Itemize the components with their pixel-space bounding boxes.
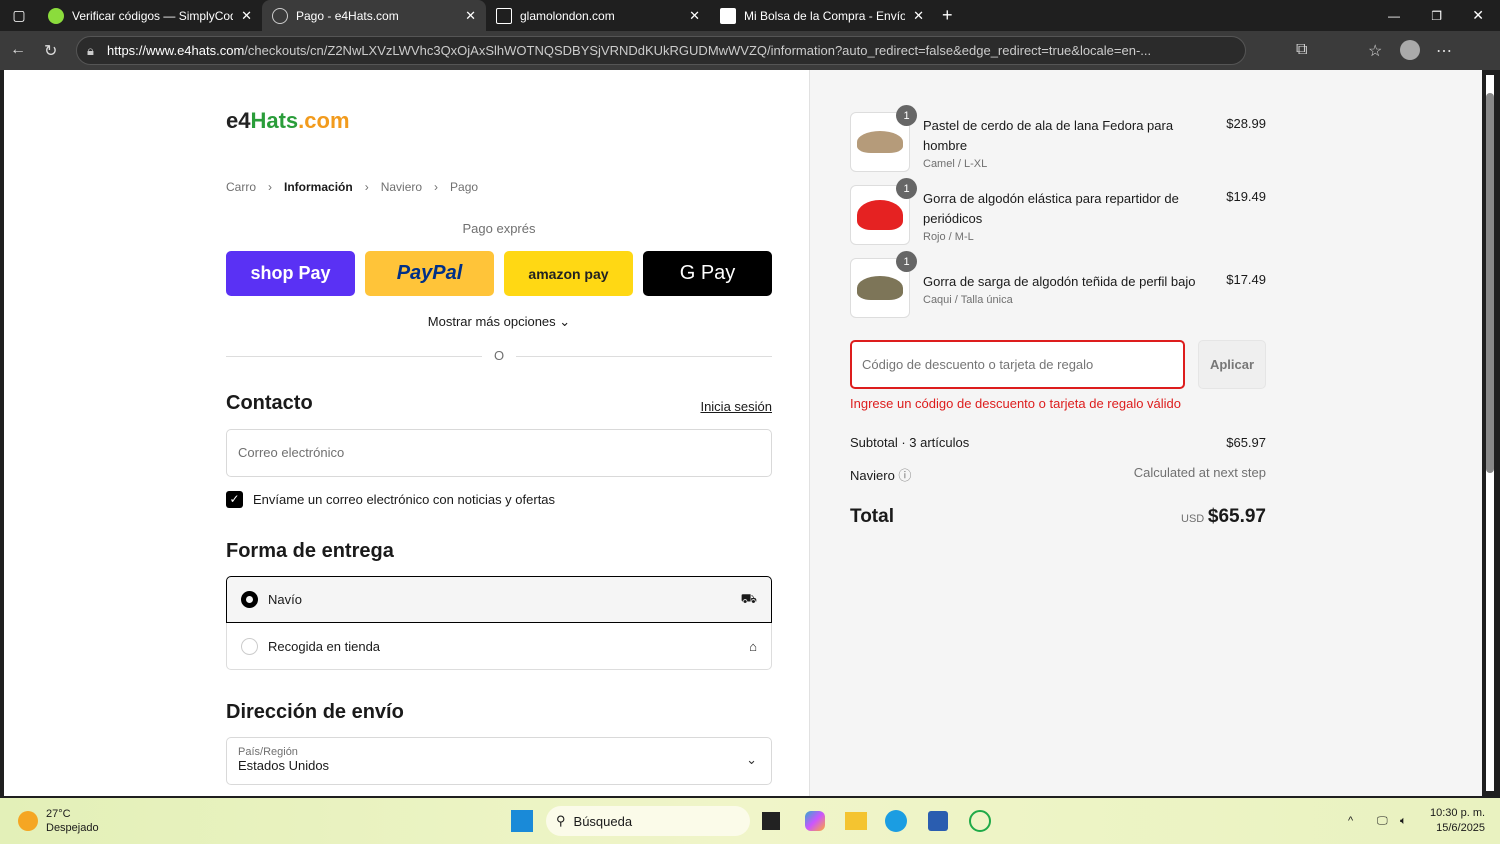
extensions-icon[interactable]: ⧉ — [1296, 41, 1307, 59]
breadcrumb-informacion: Información — [284, 180, 353, 194]
close-icon[interactable]: ✕ — [241, 8, 252, 24]
weather-icon — [18, 811, 38, 831]
subtotal-row: Subtotal · 3 artículos $65.97 — [850, 435, 1266, 450]
tab-simplycodes[interactable]: Verificar códigos — SimplyCodes ✕ — [38, 0, 262, 31]
task-view-icon[interactable] — [762, 812, 780, 830]
radio-unselected — [241, 637, 258, 655]
amazon-pay-button[interactable]: amazon pay — [504, 251, 633, 296]
shipping-row: Naviero ⓘ Calculated at next step — [850, 465, 1266, 483]
globe-icon — [272, 7, 288, 24]
tab-bar: ▢ Verificar códigos — SimplyCodes ✕ Pago … — [0, 0, 1500, 31]
apply-button[interactable]: Aplicar — [1198, 340, 1266, 389]
checkout-page: e4Hats.com Carro › Información › Naviero › … — [4, 70, 1482, 796]
truck-icon: ⛟ — [740, 590, 757, 606]
shipping-heading: Dirección de envío — [226, 701, 404, 723]
tab-e4hats[interactable]: Pago - e4Hats.com ✕ — [262, 0, 486, 31]
address-bar-row: ← ↻ 🔒︎ https://www.e4hats.com/checkouts/c… — [0, 31, 1500, 70]
taskbar-search[interactable]: ⚲ Búsqueda — [546, 806, 750, 836]
favorites-icon[interactable]: ☆ — [1368, 41, 1382, 61]
product-image: 1 — [850, 178, 917, 245]
close-icon[interactable]: ✕ — [913, 8, 924, 24]
weather-widget[interactable]: 27°C Despejado — [46, 807, 99, 835]
edge-icon[interactable] — [885, 810, 907, 832]
store-icon: ⌂ — [749, 638, 757, 654]
checkout-form: e4Hats.com Carro › Información › Naviero › … — [4, 70, 809, 796]
login-link[interactable]: Inicia sesión — [700, 399, 772, 414]
order-summary: 1 Pastel de cerdo de ala de lana Fedora … — [809, 70, 1482, 796]
close-icon[interactable]: ✕ — [465, 8, 476, 24]
product-image: 1 — [850, 105, 917, 172]
windows-start-icon[interactable] — [511, 810, 533, 832]
search-icon: ⚲ — [556, 813, 566, 828]
chevron-up-icon[interactable]: ^ — [1348, 815, 1353, 827]
breadcrumb-naviero: Naviero — [380, 180, 423, 194]
product-image: 1 — [850, 251, 917, 318]
help-icon[interactable]: ⓘ — [898, 468, 911, 483]
close-icon[interactable]: ✕ — [689, 8, 700, 24]
total-row: Total USD $65.97 — [850, 506, 1266, 527]
delivery-option-ship[interactable]: Navío ⛟ — [226, 576, 772, 623]
page-icon — [496, 7, 512, 24]
lock-icon: 🔒︎ — [87, 43, 94, 58]
breadcrumb-pago: Pago — [450, 180, 479, 194]
new-tab-button[interactable]: + — [942, 5, 953, 26]
shop-pay-button[interactable]: shop Pay — [226, 251, 355, 296]
discount-code-input[interactable] — [850, 340, 1185, 389]
tab-actions-icon[interactable]: ▢ — [0, 7, 38, 24]
clock[interactable]: 10:30 p. m. 15/6/2025 — [1430, 806, 1485, 836]
checkbox-checked-icon: ✓ — [226, 491, 243, 508]
express-checkout-label: Pago exprés — [462, 221, 536, 236]
scrollbar[interactable] — [1486, 75, 1494, 791]
country-select[interactable]: País/Región Estados Unidos ⌄ — [226, 737, 772, 785]
google-pay-button[interactable]: G Pay — [643, 251, 772, 296]
volume-icon[interactable]: 🔈︎ — [1400, 815, 1407, 828]
contact-heading: Contacto — [226, 392, 313, 414]
paypal-button[interactable]: PayPal — [365, 251, 494, 296]
chevron-down-icon: ⌄ — [559, 314, 571, 329]
url-field[interactable]: 🔒︎ https://www.e4hats.com/checkouts/cn/Z2… — [76, 36, 1246, 65]
discount-error: Ingrese un código de descuento o tarjeta… — [850, 396, 1182, 411]
breadcrumb: Carro › Información › Naviero › Pago — [226, 180, 479, 194]
e4hats-logo[interactable]: e4Hats.com — [226, 108, 350, 134]
or-divider: O — [226, 348, 772, 363]
radio-selected — [241, 591, 258, 608]
store-app-icon[interactable] — [928, 811, 948, 831]
breadcrumb-carro[interactable]: Carro — [226, 180, 256, 194]
tab-mi-bolsa[interactable]: Mi Bolsa de la Compra - Envío Gr✕ — [710, 0, 934, 31]
more-icon[interactable]: ⋯ — [1436, 41, 1452, 61]
newsletter-checkbox[interactable]: ✓ Envíame un correo electrónico con noti… — [226, 491, 555, 508]
close-window-button[interactable]: ✕ — [1472, 7, 1484, 24]
network-icon[interactable]: 🖵︎ — [1377, 815, 1388, 828]
delivery-option-pickup[interactable]: Recogida en tienda ⌂ — [226, 623, 772, 670]
copilot-icon[interactable] — [805, 811, 825, 831]
file-explorer-icon[interactable] — [845, 812, 867, 830]
back-icon[interactable]: ← — [10, 41, 26, 59]
taskbar: 27°C Despejado ⚲ Búsqueda ^ 🖵︎ 🔈︎ 10:30 p.… — [0, 798, 1500, 844]
ys-icon — [720, 7, 736, 24]
show-more-options[interactable]: Mostrar más opciones ⌄ — [226, 314, 772, 330]
restore-button[interactable]: ❐ — [1431, 9, 1442, 23]
profile-avatar[interactable] — [1400, 40, 1420, 60]
tab-glamolondon[interactable]: glamolondon.com ✕ — [486, 0, 710, 31]
refresh-icon[interactable]: ↻ — [44, 41, 57, 61]
simplycodes-icon — [48, 7, 64, 24]
email-field[interactable]: Correo electrónico — [226, 429, 772, 477]
delivery-heading: Forma de entrega — [226, 540, 394, 562]
whatsapp-icon[interactable] — [969, 810, 991, 832]
minimize-button[interactable]: — — [1388, 9, 1400, 23]
chevron-down-icon: ⌄ — [746, 752, 757, 767]
